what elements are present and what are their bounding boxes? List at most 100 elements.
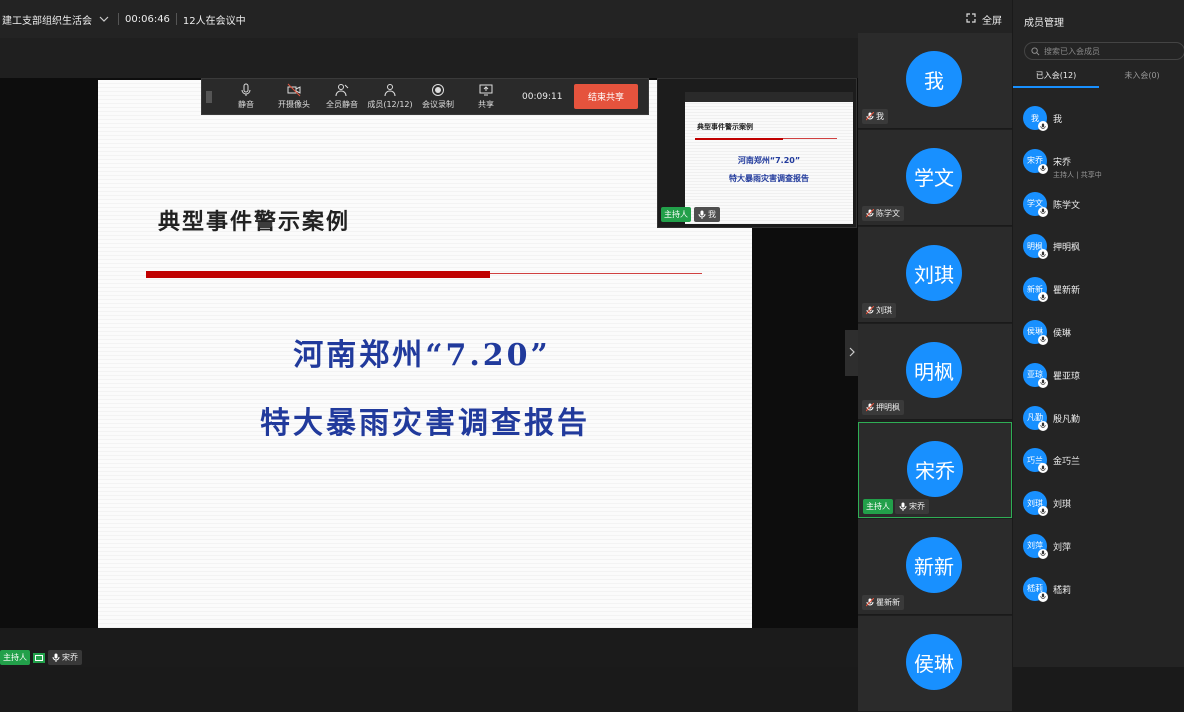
member-row[interactable]: 凡勤 殷凡勤 bbox=[1023, 405, 1183, 449]
member-name: 陈学文 bbox=[1053, 200, 1081, 211]
member-row[interactable]: 新新 瞿新新 bbox=[1023, 277, 1183, 320]
member-name: 刘琪 bbox=[1053, 500, 1072, 511]
microphone-icon bbox=[52, 653, 60, 662]
mic-muted-icon bbox=[1038, 163, 1048, 174]
camera-button[interactable]: 开摄像头 bbox=[270, 83, 318, 110]
fullscreen-button[interactable]: 全屏 bbox=[966, 12, 1002, 27]
share-screen-icon bbox=[479, 84, 493, 96]
video-tile-speaking[interactable]: 宋乔 主持人 宋乔 bbox=[858, 422, 1012, 518]
member-name: 我 bbox=[1053, 115, 1063, 125]
mic-muted-icon bbox=[866, 403, 874, 412]
member-row[interactable]: 明枫 押明枫 bbox=[1023, 234, 1183, 277]
member-role: 主持人 | 共享中 bbox=[1053, 170, 1102, 179]
end-share-button[interactable]: 结束共享 bbox=[573, 84, 638, 109]
chevron-down-icon[interactable] bbox=[96, 12, 112, 26]
video-tile[interactable]: 我 我 bbox=[858, 33, 1012, 129]
mute-label: 静音 bbox=[238, 100, 254, 109]
member-row[interactable]: 刘萍 刘萍 bbox=[1023, 533, 1183, 577]
members-icon bbox=[384, 84, 396, 97]
members-panel: 成员管理 搜索已入会成员 已入会(12) 未入会(0) 我我宋乔 宋乔 主持人 | … bbox=[1012, 0, 1184, 667]
share-toolbar: 静音 开摄像头 全员静音 成员(12/12) 会议录制 共享 00:09:11 … bbox=[201, 78, 649, 115]
member-row[interactable]: 刘琪 刘琪 bbox=[1023, 491, 1183, 534]
self-preview-window[interactable]: 典型事件警示案例 河南郑州“7.20” 特大暴雨灾害调查报告 主持人 我 bbox=[657, 78, 857, 228]
collapse-strip-button[interactable] bbox=[845, 330, 858, 376]
participants-status: 12人在会议中 bbox=[182, 15, 246, 27]
share-label: 共享 bbox=[478, 100, 494, 109]
fullscreen-icon bbox=[966, 13, 976, 26]
sharer-name: 宋乔 bbox=[48, 650, 82, 665]
tile-name-tag: 陈学文 bbox=[862, 206, 904, 221]
member-row[interactable]: 嵇莉 嵇莉 bbox=[1023, 576, 1183, 620]
search-icon bbox=[1031, 46, 1040, 55]
sharer-name-tag: 主持人 宋乔 bbox=[0, 650, 82, 665]
video-tile[interactable]: 学文 陈学文 bbox=[858, 130, 1012, 226]
mic-muted-icon bbox=[1038, 591, 1048, 602]
bottom-bar bbox=[0, 628, 858, 667]
presentation-slide: 典型事件警示案例 河南郑州“7.20” 特大暴雨灾害调查报告 bbox=[98, 80, 752, 628]
host-badge: 主持人 bbox=[0, 650, 30, 665]
mic-muted-icon bbox=[1038, 292, 1048, 303]
member-name: 侯琳 bbox=[1053, 328, 1072, 339]
share-timer: 00:09:11 bbox=[522, 91, 563, 102]
avatar: 刘琪 bbox=[906, 245, 962, 301]
mic-muted-icon bbox=[1038, 377, 1048, 388]
video-tile[interactable]: 侯琳 bbox=[858, 616, 1012, 712]
member-name: 殷凡勤 bbox=[1053, 414, 1081, 425]
divider bbox=[175, 13, 177, 25]
member-search-input[interactable]: 搜索已入会成员 bbox=[1024, 42, 1184, 60]
mic-muted-icon bbox=[1038, 420, 1048, 431]
share-button[interactable]: 共享 bbox=[462, 83, 510, 110]
sub-bar bbox=[0, 38, 858, 78]
video-tile[interactable]: 刘琪 刘琪 bbox=[858, 227, 1012, 323]
mute-button[interactable]: 静音 bbox=[222, 83, 270, 110]
member-row[interactable]: 亚琼 瞿亚琼 bbox=[1023, 362, 1183, 406]
preview-headline-2: 特大暴雨灾害调查报告 bbox=[729, 174, 809, 183]
slide-red-line bbox=[490, 273, 702, 274]
preview-slide: 典型事件警示案例 河南郑州“7.20” 特大暴雨灾害调查报告 bbox=[685, 92, 853, 224]
member-name: 嵇莉 bbox=[1053, 585, 1072, 596]
tile-name-tag: 瞿新新 bbox=[862, 595, 904, 610]
mic-muted-icon bbox=[866, 306, 874, 315]
record-icon bbox=[432, 84, 444, 96]
member-row[interactable]: 宋乔 宋乔 主持人 | 共享中 bbox=[1023, 148, 1183, 192]
member-row[interactable]: 巧兰 金巧兰 bbox=[1023, 448, 1183, 491]
member-name: 刘萍 bbox=[1053, 542, 1072, 553]
mic-muted-icon bbox=[1038, 249, 1048, 260]
tab-joined[interactable]: 已入会(12) bbox=[1013, 66, 1099, 88]
mic-muted-icon bbox=[1038, 206, 1048, 217]
slide-red-bar bbox=[146, 271, 490, 278]
preview-name: 我 bbox=[694, 207, 720, 222]
member-name: 瞿亚琼 bbox=[1053, 371, 1081, 382]
microphone-icon bbox=[899, 502, 907, 511]
mic-muted-icon bbox=[866, 112, 874, 121]
tile-name: 宋乔 bbox=[895, 499, 929, 514]
mic-muted-icon bbox=[1038, 506, 1048, 517]
camera-label: 开摄像头 bbox=[278, 100, 310, 109]
record-button[interactable]: 会议录制 bbox=[414, 83, 462, 110]
members-button[interactable]: 成员(12/12) bbox=[366, 83, 414, 110]
microphone-icon bbox=[241, 83, 251, 96]
tab-not-joined[interactable]: 未入会(0) bbox=[1099, 66, 1184, 88]
video-tile[interactable]: 新新 瞿新新 bbox=[858, 519, 1012, 615]
slide-headline-1: 河南郑州“7.20” bbox=[293, 338, 551, 373]
video-tile[interactable]: 明枫 押明枫 bbox=[858, 324, 1012, 420]
mic-muted-icon bbox=[866, 209, 874, 218]
member-name: 瞿新新 bbox=[1053, 286, 1081, 297]
members-panel-title: 成员管理 bbox=[1024, 18, 1064, 29]
meeting-title[interactable]: 建工支部组织生活会 bbox=[0, 12, 92, 27]
host-badge: 主持人 bbox=[661, 207, 691, 222]
avatar: 侯琳 bbox=[906, 634, 962, 690]
drag-handle[interactable] bbox=[206, 90, 212, 103]
mic-muted-icon bbox=[1038, 463, 1048, 474]
slide-headline-2: 特大暴雨灾害调查报告 bbox=[260, 406, 590, 441]
member-row[interactable]: 我我 bbox=[1023, 106, 1183, 149]
preview-toolbar-strip bbox=[685, 92, 853, 102]
member-tabs: 已入会(12) 未入会(0) bbox=[1013, 66, 1184, 88]
member-row[interactable]: 学文 陈学文 bbox=[1023, 191, 1183, 235]
mute-all-button[interactable]: 全员静音 bbox=[318, 83, 366, 110]
member-list: 我我宋乔 宋乔 主持人 | 共享中 学文 陈学文 明枫 押明枫 新新 瞿新新 侯琳 侯琳 亚琼 瞿亚琼凡… bbox=[1023, 106, 1183, 620]
member-row[interactable]: 侯琳 侯琳 bbox=[1023, 319, 1183, 363]
tile-name: 我 bbox=[862, 109, 888, 124]
tile-name-tag: 主持人 宋乔 bbox=[863, 499, 929, 514]
member-name: 押明枫 bbox=[1053, 243, 1081, 254]
